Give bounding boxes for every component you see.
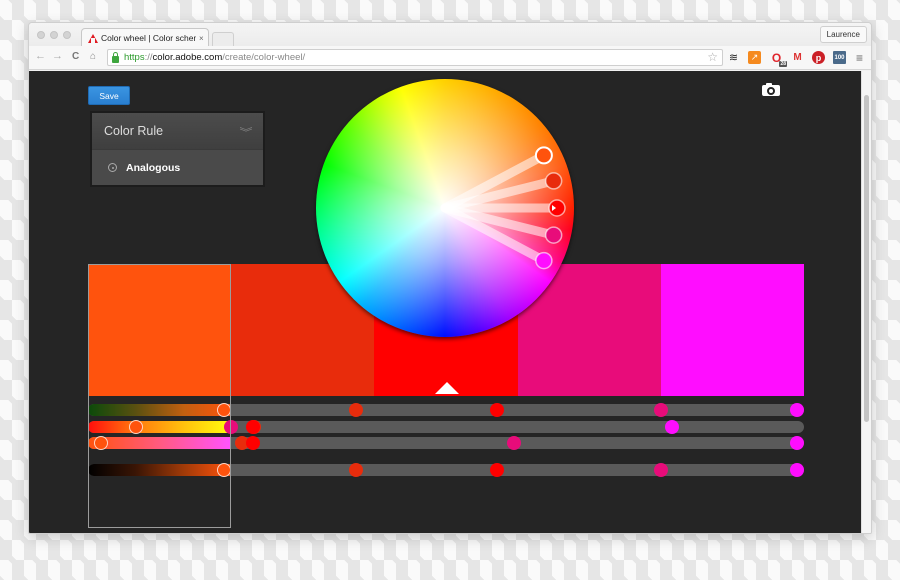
scrollbar[interactable] bbox=[861, 71, 871, 533]
color-rule-panel: Color Rule ︾ Analogous bbox=[90, 111, 265, 187]
slider-track[interactable] bbox=[88, 403, 804, 417]
slider-gradient bbox=[88, 464, 231, 476]
scrollbar-thumb[interactable] bbox=[864, 95, 869, 422]
slider-gradient bbox=[88, 421, 231, 433]
slider-handle[interactable] bbox=[790, 403, 804, 417]
base-color-marker-icon bbox=[435, 382, 459, 394]
slider-handle[interactable] bbox=[654, 463, 669, 477]
slider-handle[interactable] bbox=[94, 436, 108, 450]
slider-handle[interactable] bbox=[129, 420, 143, 434]
reload-icon[interactable]: C bbox=[72, 51, 79, 62]
adobe-logo-icon bbox=[88, 33, 98, 43]
slider-handle[interactable] bbox=[790, 436, 804, 450]
browser-tab[interactable]: Color wheel | Color scheme × bbox=[81, 28, 209, 47]
color-rule-option-analogous[interactable]: Analogous bbox=[92, 149, 263, 185]
home-icon[interactable]: ⌂ bbox=[90, 51, 96, 62]
zoom-window-button[interactable] bbox=[63, 31, 71, 39]
color-wheel[interactable] bbox=[316, 79, 574, 337]
opera-icon[interactable]: O 28 bbox=[770, 51, 787, 67]
slider-handle[interactable] bbox=[654, 403, 669, 417]
slider-handle[interactable] bbox=[217, 403, 231, 417]
slider-handle[interactable] bbox=[490, 403, 505, 417]
camera-icon[interactable] bbox=[762, 83, 780, 96]
profile-button[interactable]: Laurence bbox=[819, 26, 867, 43]
slider-handle[interactable] bbox=[348, 463, 363, 477]
url-separator: :// bbox=[144, 52, 153, 63]
slider-handle[interactable] bbox=[245, 436, 260, 450]
url-host: color.adobe.com bbox=[152, 52, 223, 63]
slider-handle[interactable] bbox=[665, 420, 680, 434]
menu-icon[interactable]: ≡ bbox=[853, 51, 866, 65]
bookmark-star-icon[interactable]: ☆ bbox=[707, 50, 718, 64]
opera-badge: 28 bbox=[779, 61, 787, 67]
new-tab-button[interactable] bbox=[212, 32, 234, 46]
slider-track[interactable] bbox=[88, 420, 804, 434]
wheel-handle[interactable] bbox=[548, 199, 566, 217]
gmail-icon[interactable]: M bbox=[791, 51, 804, 64]
wheel-handle[interactable] bbox=[534, 146, 553, 165]
url-scheme: https bbox=[124, 52, 145, 63]
slider-track[interactable] bbox=[88, 436, 804, 450]
address-bar[interactable]: https://color.adobe.com/create/color-whe… bbox=[107, 49, 723, 66]
slider-handle[interactable] bbox=[217, 463, 231, 477]
back-icon[interactable]: ← bbox=[35, 50, 46, 62]
pinterest-icon[interactable]: p bbox=[812, 51, 825, 64]
wheel-handle[interactable] bbox=[544, 172, 563, 190]
buffer-icon[interactable]: ≋ bbox=[727, 51, 740, 64]
lock-icon bbox=[112, 51, 119, 63]
browser-toolbar: ← → C ⌂ https://color.adobe.com/create/c… bbox=[29, 46, 871, 70]
wheel-handles bbox=[440, 146, 566, 270]
radio-icon bbox=[108, 163, 117, 172]
slider-gradient bbox=[88, 437, 231, 449]
color-rule-dropdown[interactable]: Color Rule ︾ bbox=[92, 113, 263, 149]
url-path: /create/color-wheel/ bbox=[222, 52, 306, 63]
slider-handle[interactable] bbox=[224, 420, 238, 434]
close-window-button[interactable] bbox=[37, 31, 45, 39]
title-bar: Color wheel | Color scheme × Laurence bbox=[29, 23, 871, 47]
slider-handle[interactable] bbox=[245, 420, 260, 434]
color-swatch[interactable] bbox=[88, 264, 232, 396]
slider-handle[interactable] bbox=[348, 403, 363, 417]
tab-title: Color wheel | Color scheme bbox=[101, 33, 196, 43]
camera-lens bbox=[767, 87, 775, 95]
slider-handle[interactable] bbox=[790, 463, 804, 477]
wheel-handle[interactable] bbox=[544, 226, 563, 244]
color-swatch[interactable] bbox=[660, 264, 805, 396]
color-rule-selected: Analogous bbox=[126, 161, 181, 174]
slider-gradient bbox=[88, 404, 231, 416]
tab-close-icon[interactable]: × bbox=[199, 34, 204, 43]
hundred-icon[interactable]: 100 bbox=[833, 51, 846, 64]
minimize-window-button[interactable] bbox=[50, 31, 58, 39]
slider-handle[interactable] bbox=[490, 463, 505, 477]
slider-handle[interactable] bbox=[507, 436, 521, 450]
color-wheel-app: Save Color Rule ︾ Analogous ▶RGBHEX25 bbox=[29, 71, 863, 533]
slider-track[interactable] bbox=[88, 463, 804, 477]
browser-window: Color wheel | Color scheme × Laurence ← … bbox=[28, 22, 872, 534]
save-button[interactable]: Save bbox=[88, 86, 130, 105]
color-rule-title: Color Rule bbox=[104, 124, 164, 138]
chevron-down-icon: ︾ bbox=[239, 127, 253, 139]
wheel-handle[interactable] bbox=[535, 251, 553, 270]
forward-icon[interactable]: → bbox=[52, 50, 63, 62]
analytics-icon[interactable]: ↗ bbox=[748, 51, 761, 64]
